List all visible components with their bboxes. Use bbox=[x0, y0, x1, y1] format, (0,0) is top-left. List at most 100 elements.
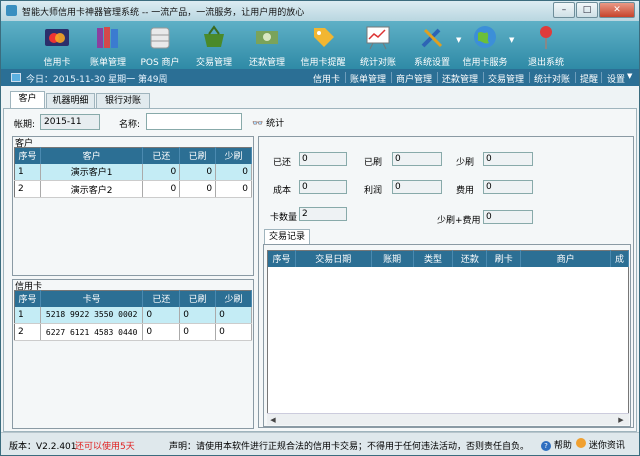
stat-button-label: 统计 bbox=[266, 119, 285, 129]
table-row[interactable]: 2 演示客户2 0 0 0 bbox=[14, 180, 252, 198]
customers-header-row: 序号 客户 已还 已刷 少刷 bbox=[14, 147, 252, 164]
calendar-icon bbox=[11, 73, 21, 82]
about-link[interactable]: 迷你资讯 bbox=[576, 438, 625, 451]
card-count-label: 卡数量 bbox=[270, 213, 298, 223]
column-header[interactable]: 少刷 bbox=[215, 290, 252, 307]
table-row[interactable]: 2 6227 6121 4583 0440 0 0 0 bbox=[14, 323, 252, 341]
cell: 演示客户1 bbox=[40, 163, 144, 181]
name-field[interactable] bbox=[146, 113, 242, 130]
chevron-down-icon: ▼ bbox=[627, 72, 633, 80]
nav-item-bill[interactable]: 账单管理 bbox=[350, 72, 386, 85]
toolbar-settings-button[interactable]: 系统设置 ▼ bbox=[406, 23, 461, 68]
profit-value: 0 bbox=[392, 180, 442, 194]
tab-customers[interactable]: 客户 bbox=[10, 91, 45, 109]
column-header[interactable]: 类型 bbox=[413, 250, 454, 267]
toolbar-repay-button[interactable]: 还款管理 bbox=[241, 23, 293, 68]
nav-item-reminder[interactable]: 提醒 bbox=[580, 72, 598, 85]
customers-panel: 帐期: 2015-11 名称: 👓 统计 客户 序号 客户 已还 已刷 少刷 1… bbox=[3, 108, 637, 432]
title-bar: 智能大师信用卡神器管理系统 -- 一流产品，一流服务，让用户用的放心 – □ ✕ bbox=[1, 1, 639, 21]
nav-bar: 今日：2015-11-30 星期一 第49周 信用卡 账单管理 商户管理 还款管… bbox=[1, 69, 639, 86]
window-title: 智能大师信用卡神器管理系统 -- 一流产品，一流服务，让用户用的放心 bbox=[22, 8, 305, 18]
status-bar: 版本：V2.2.401 还可以使用5天 声明：请使用本软件进行正规合法的信用卡交… bbox=[1, 432, 639, 455]
column-header[interactable]: 已刷 bbox=[179, 290, 217, 307]
toolbar-exit-button[interactable]: 退出系统 bbox=[520, 23, 572, 68]
fee-value: 0 bbox=[483, 180, 533, 194]
minimize-button[interactable]: – bbox=[553, 2, 575, 18]
nav-item-repay[interactable]: 还款管理 bbox=[442, 72, 478, 85]
toolbar-label: 退出系统 bbox=[527, 58, 564, 68]
column-header[interactable]: 序号 bbox=[14, 147, 41, 164]
toolbar-reminder-button[interactable]: 信用卡提醒 bbox=[297, 23, 349, 68]
globe-icon bbox=[472, 24, 498, 50]
books-icon bbox=[95, 24, 121, 50]
column-header[interactable]: 已还 bbox=[142, 147, 181, 164]
column-header[interactable]: 已刷 bbox=[179, 147, 217, 164]
short-label: 少刷 bbox=[456, 158, 475, 168]
scroll-left-icon[interactable]: ◀ bbox=[267, 414, 279, 426]
nav-item-stats[interactable]: 统计对账 bbox=[534, 72, 570, 85]
toolbar-transaction-button[interactable]: 交易管理 bbox=[188, 23, 240, 68]
toolbar-stats-button[interactable]: 统计对账 bbox=[352, 23, 404, 68]
stat-button[interactable]: 👓 统计 bbox=[252, 116, 284, 129]
column-header[interactable]: 已还 bbox=[142, 290, 181, 307]
cell: 0 bbox=[142, 306, 181, 324]
short-fee-label: 少刷+费用 bbox=[437, 216, 481, 226]
cell: 0 bbox=[142, 180, 181, 198]
cell: 0 bbox=[215, 163, 252, 181]
cell: 0 bbox=[179, 306, 217, 324]
nav-item-merchant[interactable]: 商户管理 bbox=[396, 72, 432, 85]
profit-label: 利润 bbox=[364, 186, 383, 196]
period-field[interactable]: 2015-11 bbox=[40, 114, 100, 130]
nav-item-credit-card[interactable]: 信用卡 bbox=[313, 72, 340, 85]
column-header[interactable]: 客户 bbox=[40, 147, 144, 164]
nav-separator bbox=[483, 72, 484, 83]
name-label: 名称: bbox=[119, 120, 141, 130]
column-header[interactable]: 账期 bbox=[371, 250, 414, 267]
toolbar-bill-button[interactable]: 账单管理 bbox=[82, 23, 134, 68]
trial-text: 还可以使用5天 bbox=[75, 442, 135, 452]
tab-bank-reconcile[interactable]: 银行对账 bbox=[96, 93, 150, 109]
repaid-value: 0 bbox=[299, 152, 347, 166]
version-text: 版本：V2.2.401 bbox=[9, 442, 77, 452]
app-icon bbox=[6, 5, 17, 16]
column-header[interactable]: 成 bbox=[610, 250, 630, 267]
toolbar-pos-button[interactable]: POS 商户 bbox=[134, 23, 186, 68]
maximize-button[interactable]: □ bbox=[576, 2, 598, 18]
card-count-value: 2 bbox=[299, 207, 347, 221]
column-header[interactable]: 序号 bbox=[267, 250, 296, 267]
horizontal-scrollbar[interactable]: ◀ ▶ bbox=[267, 413, 629, 425]
tab-transaction-records[interactable]: 交易记录 bbox=[264, 229, 310, 245]
nav-separator bbox=[529, 72, 530, 83]
transactions-container: 序号 交易日期 账期 类型 还款 刷卡 商户 成 ◀ ▶ bbox=[263, 244, 631, 427]
scroll-right-icon[interactable]: ▶ bbox=[615, 414, 627, 426]
table-row[interactable]: 1 演示客户1 0 0 0 bbox=[14, 163, 252, 181]
binoculars-icon: 👓 bbox=[252, 119, 264, 129]
cell: 2 bbox=[14, 180, 41, 198]
toolbar-label: 还款管理 bbox=[248, 58, 285, 68]
column-header[interactable]: 刷卡 bbox=[486, 250, 522, 267]
nav-item-transaction[interactable]: 交易管理 bbox=[488, 72, 524, 85]
cards-group: 信用卡 序号 卡号 已还 已刷 少刷 1 5218 9922 3550 0002… bbox=[12, 279, 254, 429]
toolbar-service-button[interactable]: 信用卡服务 ▼ bbox=[459, 23, 514, 68]
customers-table: 序号 客户 已还 已刷 少刷 1 演示客户1 0 0 0 2 演示客户2 0 0… bbox=[14, 147, 252, 198]
cards-header-row: 序号 卡号 已还 已刷 少刷 bbox=[14, 290, 252, 307]
column-header[interactable]: 交易日期 bbox=[295, 250, 372, 267]
swiped-value: 0 bbox=[392, 152, 442, 166]
fee-label: 费用 bbox=[456, 186, 475, 196]
table-row[interactable]: 1 5218 9922 3550 0002 0 0 0 bbox=[14, 306, 252, 324]
help-icon: ? bbox=[541, 441, 551, 451]
pin-icon bbox=[533, 24, 559, 50]
nav-item-settings[interactable]: 设置 bbox=[607, 72, 625, 85]
nav-separator bbox=[575, 72, 576, 83]
close-button[interactable]: ✕ bbox=[599, 2, 635, 18]
column-header[interactable]: 序号 bbox=[14, 290, 41, 307]
transactions-header-row: 序号 交易日期 账期 类型 还款 刷卡 商户 成 bbox=[267, 250, 630, 267]
nav-separator bbox=[391, 72, 392, 83]
column-header[interactable]: 少刷 bbox=[215, 147, 252, 164]
cell: 0 bbox=[179, 163, 217, 181]
help-link[interactable]: ? 帮助 bbox=[541, 438, 572, 451]
tab-machine-details[interactable]: 机器明细 bbox=[46, 93, 95, 109]
column-header[interactable]: 商户 bbox=[520, 250, 611, 267]
column-header[interactable]: 卡号 bbox=[40, 290, 144, 307]
column-header[interactable]: 还款 bbox=[452, 250, 488, 267]
